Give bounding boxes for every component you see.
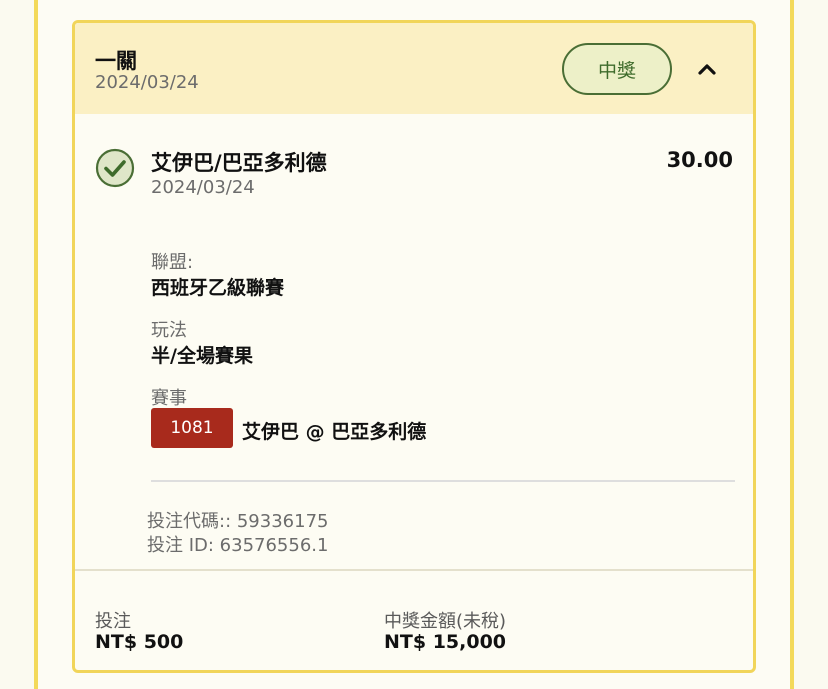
bet-type-title: 一關 xyxy=(95,49,137,73)
selection-date: 2024/03/24 xyxy=(151,177,255,198)
bet-slip-header[interactable]: 一關 2024/03/24 中獎 xyxy=(75,23,753,114)
bet-slip-card: 一關 2024/03/24 中獎 艾伊巴/巴亞多利德 2024/03/24 30… xyxy=(72,20,756,673)
event-name: 艾伊巴 @ 巴亞多利德 xyxy=(242,421,427,443)
league-value: 西班牙乙級聯賽 xyxy=(151,277,285,299)
selection-name: 艾伊巴/巴亞多利德 xyxy=(151,151,327,175)
check-circle-icon xyxy=(95,148,135,188)
payout-value: NT$ 15,000 xyxy=(384,631,507,653)
league-label: 聯盟: xyxy=(151,252,194,273)
event-code-badge: 1081 xyxy=(151,408,233,448)
payout-label: 中獎金額(未稅) xyxy=(384,611,507,632)
market-value: 半/全場賽果 xyxy=(151,345,253,367)
chevron-up-icon xyxy=(698,64,716,75)
odds-value: 30.00 xyxy=(666,148,733,172)
divider xyxy=(151,480,735,482)
bet-selection-details: 艾伊巴/巴亞多利德 2024/03/24 30.00 聯盟: 西班牙乙級聯賽 玩… xyxy=(75,114,753,569)
stake-value: NT$ 500 xyxy=(95,631,184,653)
market-label: 玩法 xyxy=(151,320,187,341)
bet-id: 投注 ID: 63576556.1 xyxy=(147,535,329,556)
event-label: 賽事 xyxy=(151,388,187,409)
bet-summary-footer: 投注 NT$ 500 中獎金額(未稅) NT$ 15,000 xyxy=(75,569,753,670)
stake-label: 投注 xyxy=(95,611,131,632)
status-badge: 中獎 xyxy=(562,43,672,95)
bet-date: 2024/03/24 xyxy=(95,72,199,93)
collapse-button[interactable] xyxy=(692,55,722,83)
bet-code: 投注代碼:: 59336175 xyxy=(147,511,329,532)
